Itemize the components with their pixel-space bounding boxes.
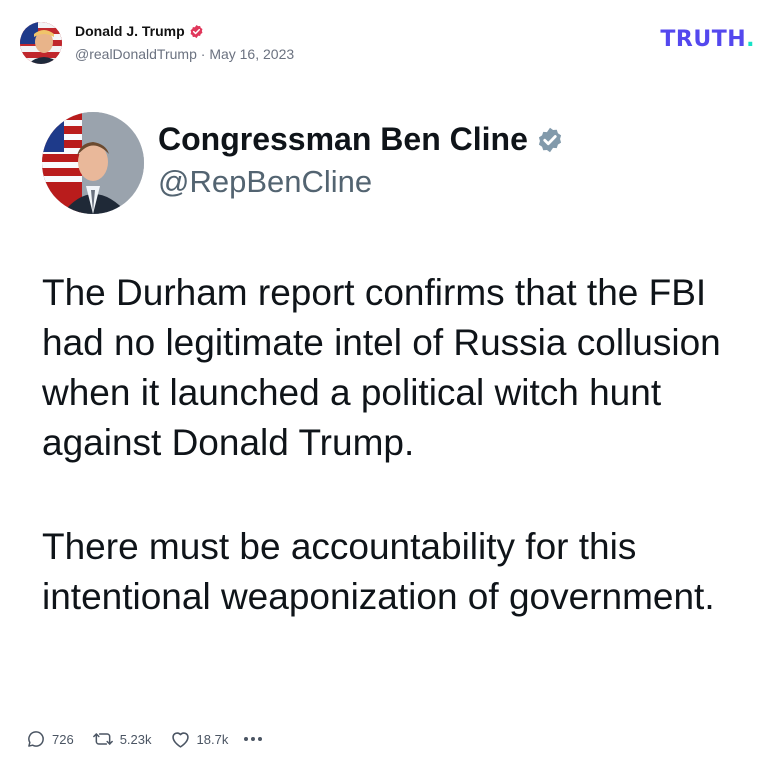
post-meta: @realDonaldTrump · May 16, 2023	[75, 46, 294, 62]
meta-separator: ·	[200, 46, 206, 62]
embedded-avatar	[42, 112, 144, 214]
truth-logo-text: TRUTH	[660, 27, 747, 52]
more-options-button[interactable]	[244, 737, 263, 741]
embedded-tweet-text: The Durham report confirms that the FBI …	[42, 268, 762, 622]
truth-logo[interactable]: TRUTH.	[660, 29, 755, 51]
reply-button[interactable]: 726	[26, 729, 74, 749]
repost-arrows-icon	[92, 733, 113, 745]
embedded-author-handle: @RepBenCline	[158, 164, 373, 199]
post-date[interactable]: May 16, 2023	[209, 46, 294, 62]
comment-bubble-icon	[28, 731, 44, 747]
author-name-row: Donald J. Trump	[75, 23, 204, 39]
retruth-button[interactable]: 5.23k	[92, 729, 152, 749]
verified-badge-icon	[190, 24, 203, 38]
embedded-author-name: Congressman Ben Cline	[158, 121, 528, 157]
heart-icon	[171, 732, 189, 748]
author-handle[interactable]: @realDonaldTrump	[75, 46, 197, 62]
retruth-count: 5.23k	[119, 731, 152, 747]
like-count: 18.7k	[196, 731, 229, 747]
embedded-paragraph-1: The Durham report confirms that the FBI …	[42, 272, 721, 463]
author-avatar[interactable]	[20, 22, 62, 64]
ellipsis-icon	[258, 737, 263, 741]
ellipsis-icon	[251, 737, 256, 741]
ellipsis-icon	[244, 737, 249, 741]
like-button[interactable]: 18.7k	[170, 729, 229, 749]
post-action-bar: 726 5.23k 18.7k	[26, 728, 263, 750]
embedded-author-row: Congressman Ben Cline	[158, 121, 564, 158]
embedded-paragraph-2: There must be accountability for this in…	[42, 526, 715, 617]
author-name[interactable]: Donald J. Trump	[75, 23, 185, 39]
truth-logo-dot: .	[746, 27, 755, 52]
verified-badge-icon	[538, 127, 561, 152]
reply-count: 726	[52, 731, 74, 747]
